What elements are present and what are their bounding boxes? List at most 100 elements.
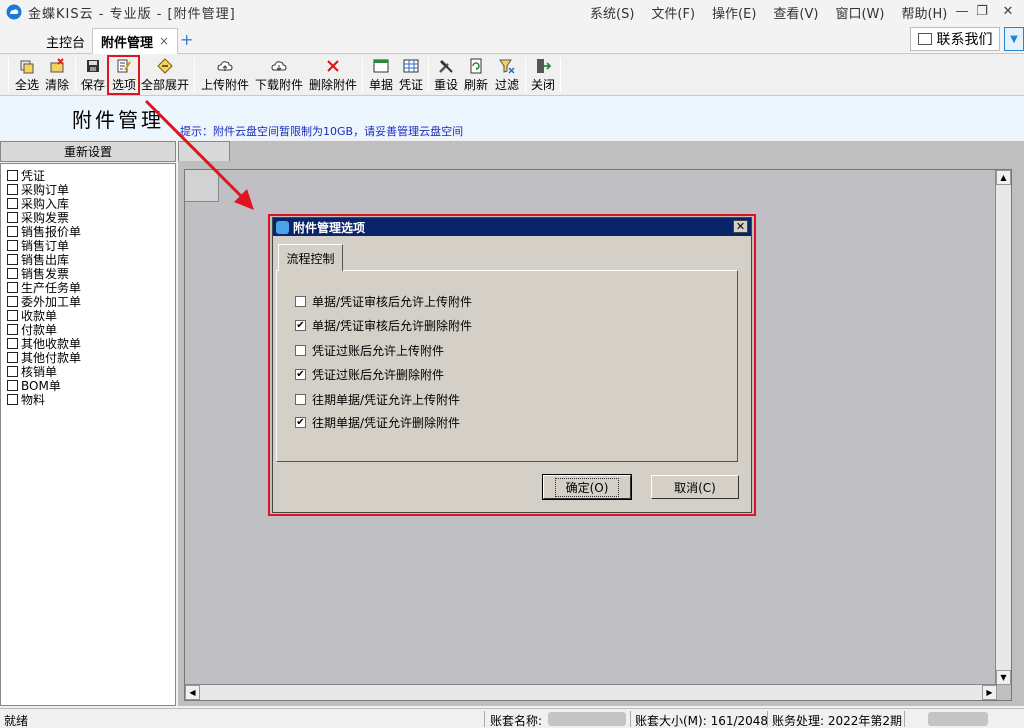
scroll-up-icon[interactable]: ▲ (996, 170, 1011, 185)
vertical-scrollbar[interactable]: ▲ ▼ (995, 170, 1011, 685)
select-all-icon (20, 60, 34, 74)
refresh-icon (470, 58, 482, 74)
refresh-button[interactable]: 刷新 (462, 56, 490, 94)
list-item-checkbox[interactable] (7, 281, 18, 293)
dialog-close-icon[interactable]: ✕ (733, 220, 748, 233)
header-banner: 附件管理 提示：附件云盘空间暂限制为10GB，请妥善管理云盘空间 (0, 96, 1024, 140)
list-item-checkbox[interactable] (7, 211, 18, 223)
tab-process-control[interactable]: 流程控制 (278, 244, 343, 271)
contact-us-button[interactable]: 联系我们 (910, 27, 1000, 51)
option-item[interactable]: ✔ 凭证过账后允许删除附件 (295, 366, 444, 383)
list-item-checkbox[interactable] (7, 239, 18, 251)
status-separator (630, 711, 631, 727)
horizontal-scrollbar[interactable]: ◀ ▶ (185, 684, 997, 700)
download-attachment-button[interactable]: 下载附件 (254, 56, 304, 94)
menu-view[interactable]: 查看(V) (773, 3, 818, 22)
cancel-button[interactable]: 取消(C) (651, 475, 739, 499)
reset-settings-button[interactable]: 重新设置 (0, 141, 176, 162)
add-tab-icon[interactable]: + (180, 32, 193, 48)
restore-icon[interactable]: ❐ (972, 2, 992, 20)
tab-close-icon[interactable]: × (159, 34, 169, 48)
delete-attachment-button[interactable]: 删除附件 (308, 56, 358, 94)
toolbar-separator (362, 58, 363, 92)
list-item-checkbox[interactable] (7, 267, 18, 279)
option-checkbox[interactable] (295, 296, 306, 307)
scroll-right-icon[interactable]: ▶ (982, 685, 997, 700)
scroll-down-icon[interactable]: ▼ (996, 670, 1011, 685)
menu-operation[interactable]: 操作(E) (712, 3, 756, 22)
list-item-checkbox[interactable] (7, 351, 18, 363)
option-checkbox[interactable]: ✔ (295, 417, 306, 428)
status-separator (767, 711, 768, 727)
tab-home-label: 主控台 (46, 35, 86, 51)
option-checkbox[interactable] (295, 394, 306, 405)
menu-help[interactable]: 帮助(H) (901, 3, 947, 22)
content-tab[interactable] (178, 141, 230, 161)
expand-all-button[interactable]: 全部展开 (140, 56, 190, 94)
option-checkbox[interactable] (295, 345, 306, 356)
contact-us-label: 联系我们 (936, 32, 993, 48)
document-icon (373, 59, 389, 73)
minimize-icon[interactable]: — (952, 2, 972, 20)
close-window-icon[interactable]: ✕ (998, 2, 1018, 20)
menu-window[interactable]: 窗口(W) (835, 3, 884, 22)
ok-label: 确定(O) (554, 477, 620, 497)
list-item-checkbox[interactable] (7, 225, 18, 237)
option-item[interactable]: ✔ 往期单据/凭证允许删除附件 (295, 414, 460, 431)
voucher-button[interactable]: 凭证 (397, 56, 425, 94)
option-item[interactable]: 单据/凭证审核后允许上传附件 (295, 293, 472, 310)
options-highlight (107, 55, 140, 95)
menu-bar: 系统(S) 文件(F) 操作(E) 查看(V) 窗口(W) 帮助(H) (590, 3, 964, 22)
save-button[interactable]: 保存 (79, 56, 107, 94)
reset-button[interactable]: 重设 (432, 56, 460, 94)
list-item-checkbox[interactable] (7, 323, 18, 335)
select-all-label: 全选 (14, 78, 39, 92)
toolbar-separator (560, 58, 561, 92)
list-item-checkbox[interactable] (7, 393, 18, 405)
list-item[interactable]: 物料 (1, 392, 175, 407)
list-item-checkbox[interactable] (7, 183, 18, 195)
page-title: 附件管理 (72, 108, 164, 132)
close-button[interactable]: 关闭 (529, 56, 557, 94)
tools-icon (439, 60, 453, 73)
menu-file[interactable]: 文件(F) (651, 3, 695, 22)
document-button[interactable]: 单据 (367, 56, 395, 94)
option-checkbox[interactable]: ✔ (295, 369, 306, 380)
chevron-down-icon[interactable]: ▼ (1004, 27, 1024, 51)
cloud-download-icon (271, 61, 287, 71)
grid-corner (185, 170, 219, 202)
option-label: 单据/凭证审核后允许上传附件 (312, 295, 473, 309)
option-item[interactable]: 往期单据/凭证允许上传附件 (295, 391, 460, 408)
option-label: 往期单据/凭证允许删除附件 (312, 416, 461, 430)
select-all-button[interactable]: 全选 (13, 56, 41, 94)
document-label: 单据 (368, 78, 393, 92)
filter-button[interactable]: 过滤 (493, 56, 521, 94)
list-item-checkbox[interactable] (7, 365, 18, 377)
list-item-checkbox[interactable] (7, 253, 18, 265)
list-item-checkbox[interactable] (7, 379, 18, 391)
expand-all-label: 全部展开 (140, 78, 189, 92)
tab-attachment-management[interactable]: 附件管理 × (92, 28, 179, 54)
list-item-checkbox[interactable] (7, 197, 18, 209)
cloud-upload-icon (217, 61, 233, 71)
list-item-checkbox[interactable] (7, 169, 18, 181)
dialog-cloud-icon (276, 220, 289, 234)
clear-button[interactable]: 清除 (43, 56, 71, 94)
list-item-checkbox[interactable] (7, 309, 18, 321)
account-name-label: 账套名称: (490, 714, 543, 728)
option-item[interactable]: 凭证过账后允许上传附件 (295, 342, 444, 359)
tab-home[interactable]: 主控台 (38, 28, 93, 54)
ok-button[interactable]: 确定(O) (542, 474, 632, 500)
upload-attachment-button[interactable]: 上传附件 (200, 56, 250, 94)
filter-label: 过滤 (494, 78, 519, 92)
delete-label: 删除附件 (308, 78, 357, 92)
option-item[interactable]: ✔ 单据/凭证审核后允许删除附件 (295, 317, 472, 334)
list-item-checkbox[interactable] (7, 337, 18, 349)
scroll-left-icon[interactable]: ◀ (185, 685, 200, 700)
option-checkbox[interactable]: ✔ (295, 320, 306, 331)
reset-label: 重设 (433, 78, 458, 92)
options-dialog: 附件管理选项 ✕ 流程控制 单据/凭证审核后允许上传附件 ✔ 单据/凭证审核后允许删… (272, 217, 752, 513)
menu-system[interactable]: 系统(S) (590, 3, 634, 22)
list-item-checkbox[interactable] (7, 295, 18, 307)
toolbar-separator (8, 58, 9, 92)
